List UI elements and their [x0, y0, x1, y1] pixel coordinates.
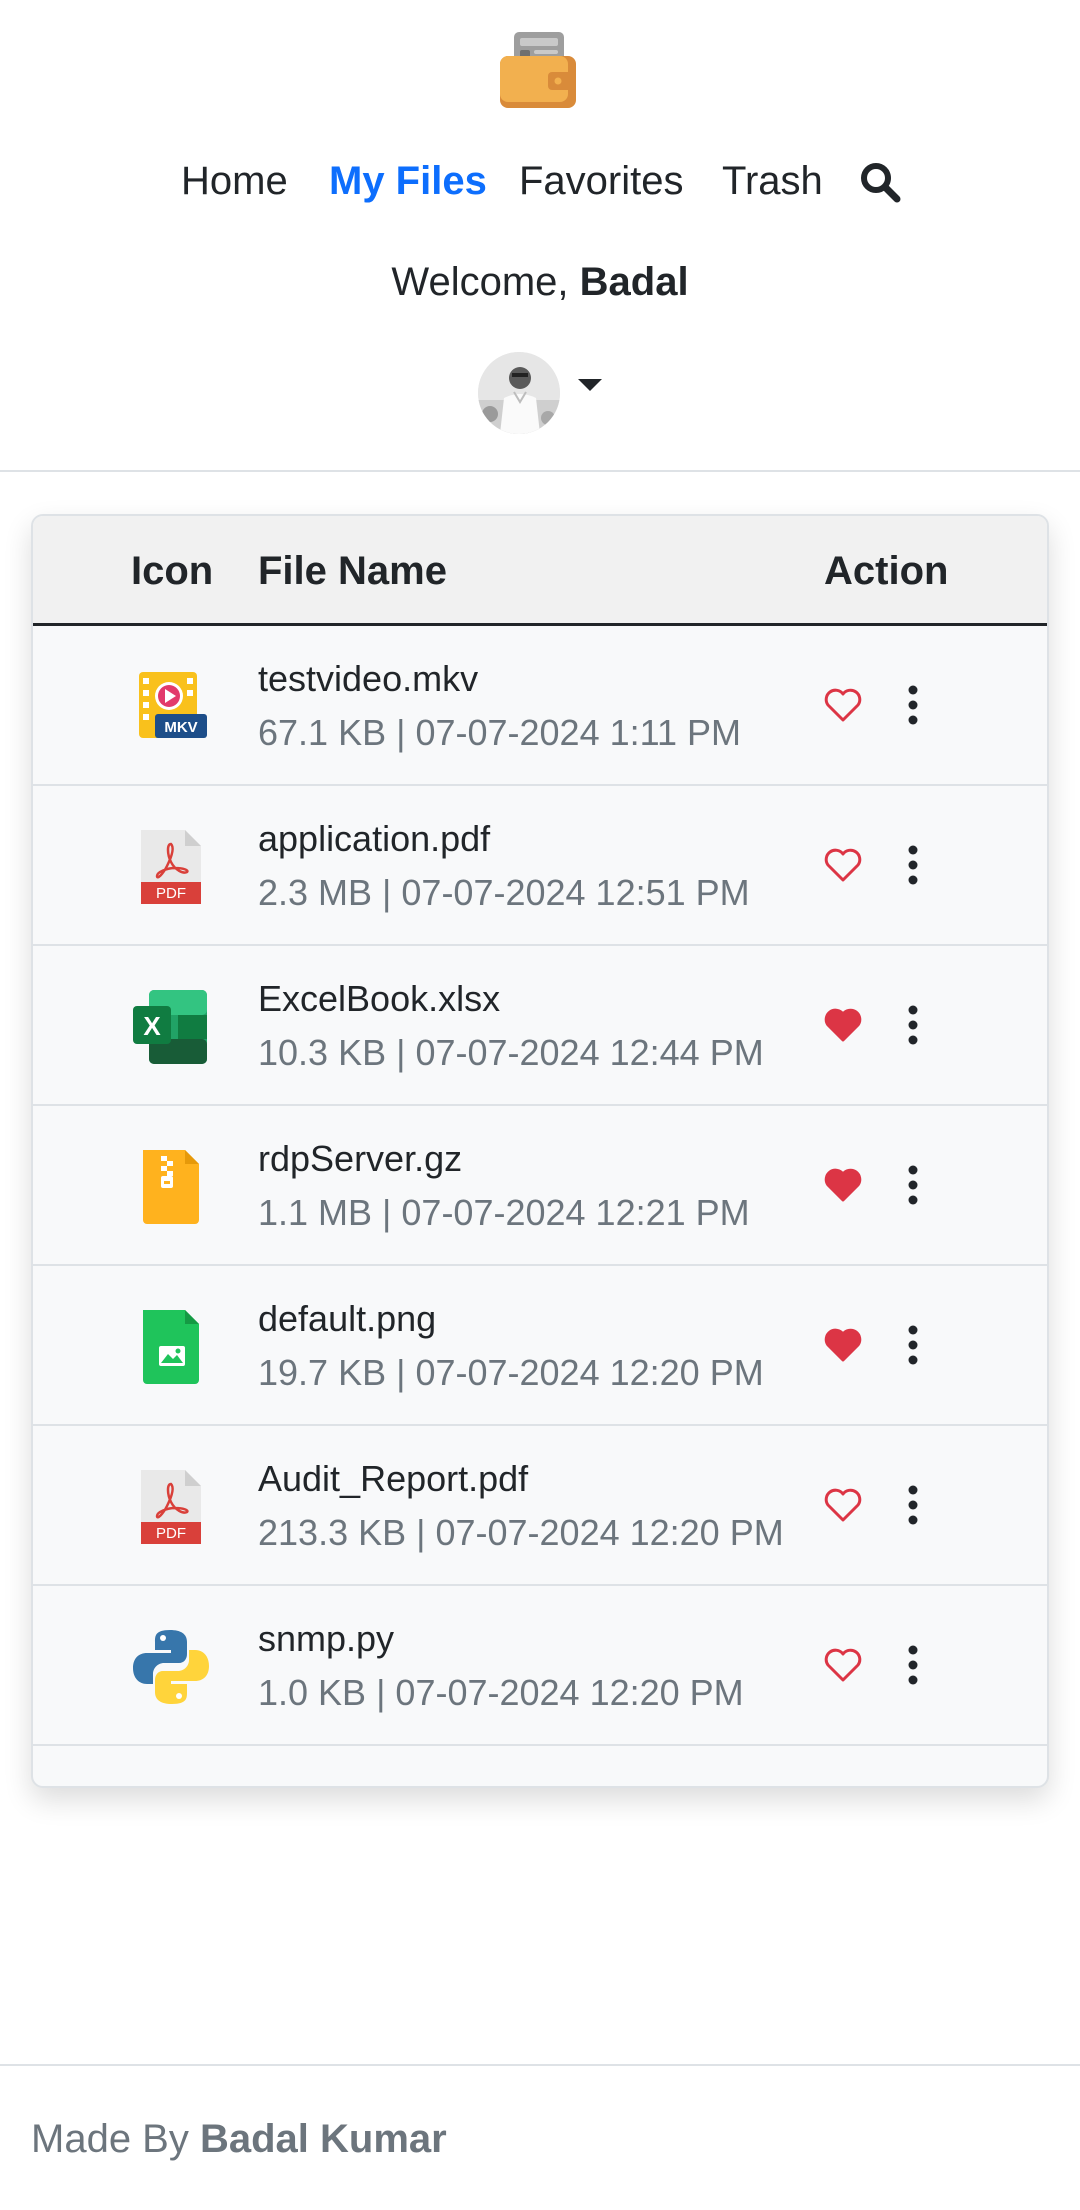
avatar-photo-icon: [478, 352, 560, 434]
welcome-prefix: Welcome,: [391, 260, 580, 304]
svg-text:MKV: MKV: [164, 719, 197, 736]
nav-home[interactable]: Home: [181, 152, 288, 210]
file-name[interactable]: Audit_Report.pdf: [258, 1456, 528, 1502]
app-header: Home My Files Favorites Trash Welcome, B…: [0, 0, 1080, 472]
main-nav: Home My Files Favorites Trash: [0, 152, 1080, 210]
heart-filled-icon[interactable]: [823, 1166, 863, 1204]
user-avatar[interactable]: [478, 352, 560, 434]
file-name[interactable]: rdpServer.gz: [258, 1136, 462, 1182]
heart-outline-icon[interactable]: [823, 1486, 863, 1524]
pdf-file-icon: PDF: [141, 1470, 201, 1544]
heart-outline-icon[interactable]: [823, 686, 863, 724]
footer-author: Badal Kumar: [199, 2117, 447, 2161]
file-meta: 10.3 KB | 07-07-2024 12:44 PM: [258, 1032, 764, 1073]
svg-text:X: X: [143, 1011, 161, 1041]
more-options-icon[interactable]: [905, 1644, 921, 1686]
header-action: Action: [824, 549, 949, 593]
table-row[interactable]: MKV testvideo.mkv 67.1 KB | 07-07-2024 1…: [33, 626, 1047, 786]
search-icon[interactable]: [858, 160, 902, 204]
header-icon: Icon: [131, 549, 214, 593]
nav-my-files[interactable]: My Files: [329, 152, 487, 210]
more-options-icon[interactable]: [905, 1324, 921, 1366]
excel-file-icon: X: [133, 990, 207, 1064]
table-row[interactable]: default.png 19.7 KB | 07-07-2024 12:20 P…: [33, 1266, 1047, 1426]
heart-outline-icon[interactable]: [823, 1646, 863, 1684]
more-options-icon[interactable]: [905, 1004, 921, 1046]
heart-filled-icon[interactable]: [823, 1326, 863, 1364]
table-row[interactable]: snmp.py 1.0 KB | 07-07-2024 12:20 PM: [33, 1586, 1047, 1746]
file-meta: 19.7 KB | 07-07-2024 12:20 PM: [258, 1352, 764, 1393]
user-menu-caret-icon[interactable]: [576, 378, 604, 392]
file-name[interactable]: ExcelBook.xlsx: [258, 976, 500, 1022]
nav-favorites[interactable]: Favorites: [519, 152, 684, 210]
footer-prefix: Made By: [31, 2117, 200, 2161]
python-file-icon: [133, 1630, 209, 1704]
files-table-card: Icon File Name Action MKV testvideo.mkv …: [31, 514, 1049, 1788]
nav-trash[interactable]: Trash: [722, 152, 823, 210]
footer-credit: Made By Badal Kumar: [31, 2112, 447, 2166]
file-meta: 1.0 KB | 07-07-2024 12:20 PM: [258, 1672, 744, 1713]
header-file-name: File Name: [258, 549, 447, 593]
svg-text:PDF: PDF: [156, 885, 186, 902]
file-name[interactable]: default.png: [258, 1296, 436, 1342]
page-footer: Made By Badal Kumar: [0, 2064, 1080, 2210]
archive-file-icon: [143, 1150, 199, 1224]
file-name[interactable]: testvideo.mkv: [258, 656, 478, 702]
table-row[interactable]: rdpServer.gz 1.1 MB | 07-07-2024 12:21 P…: [33, 1106, 1047, 1266]
heart-filled-icon[interactable]: [823, 1006, 863, 1044]
welcome-message: Welcome, Badal: [0, 254, 1080, 310]
table-row[interactable]: PDF application.pdf 2.3 MB | 07-07-2024 …: [33, 786, 1047, 946]
wallet-logo-icon[interactable]: [496, 28, 580, 112]
more-options-icon[interactable]: [905, 844, 921, 886]
svg-text:PDF: PDF: [156, 1525, 186, 1542]
file-meta: 2.3 MB | 07-07-2024 12:51 PM: [258, 872, 750, 913]
file-name[interactable]: application.pdf: [258, 816, 490, 862]
file-name[interactable]: snmp.py: [258, 1616, 394, 1662]
more-options-icon[interactable]: [905, 1164, 921, 1206]
table-row[interactable]: PDF Audit_Report.pdf 213.3 KB | 07-07-20…: [33, 1426, 1047, 1586]
table-row[interactable]: X ExcelBook.xlsx 10.3 KB | 07-07-2024 12…: [33, 946, 1047, 1106]
heart-outline-icon[interactable]: [823, 846, 863, 884]
more-options-icon[interactable]: [905, 1484, 921, 1526]
image-file-icon: [143, 1310, 199, 1384]
more-options-icon[interactable]: [905, 684, 921, 726]
welcome-username: Badal: [579, 260, 689, 304]
mkv-video-icon: MKV: [139, 672, 207, 738]
file-meta: 1.1 MB | 07-07-2024 12:21 PM: [258, 1192, 750, 1233]
file-meta: 213.3 KB | 07-07-2024 12:20 PM: [258, 1512, 784, 1553]
table-header: Icon File Name Action: [33, 516, 1047, 626]
pdf-file-icon: PDF: [141, 830, 201, 904]
file-meta: 67.1 KB | 07-07-2024 1:11 PM: [258, 712, 741, 753]
